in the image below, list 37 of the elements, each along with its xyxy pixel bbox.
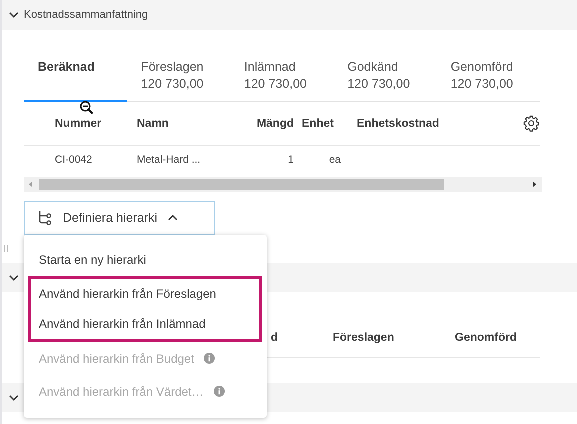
tab-value: 120 730,00: [348, 77, 412, 91]
tab-label: Inlämnad: [244, 60, 297, 74]
column-header: Mängd: [256, 118, 295, 130]
tab-label: Godkänd: [348, 60, 400, 74]
tab[interactable]: Inlämnad 120 730,00: [230, 52, 334, 102]
table-cell-text: Metal-Hard ...: [137, 154, 202, 166]
tab-value: 120 730,00: [450, 77, 514, 91]
tab-label: Föreslagen: [141, 60, 205, 74]
section-title: Kostnadssammanfattning: [24, 9, 148, 21]
tab[interactable]: Godkänd 120 730,00: [334, 52, 437, 102]
column-header: Enhet: [302, 118, 335, 130]
column-header: Genomförd: [455, 332, 518, 344]
tab-value: 120 730,00: [141, 77, 205, 91]
scrollbar[interactable]: [24, 177, 542, 192]
section-header[interactable]: Kostnadssammanfattning: [2, 0, 577, 30]
column-header: Enhetskostnad: [357, 118, 440, 130]
table-cell-text: CI-0042: [54, 154, 94, 166]
resize-handle-icon[interactable]: [4, 245, 8, 252]
tab-label: Beräknad: [38, 60, 96, 74]
menu-item[interactable]: Använd hierarkin från Inlämnad: [31, 309, 259, 339]
table-cell-text: 1: [287, 154, 295, 166]
column-header: Föreslagen: [332, 332, 396, 344]
table-cell-text: ea: [328, 154, 342, 166]
tab-value: 120 730,00: [244, 77, 308, 91]
menu-item[interactable]: Starta en ny hierarki: [24, 243, 267, 276]
column-header: Namn: [137, 118, 170, 130]
hierarchy-icon: [37, 210, 53, 226]
settings-icon[interactable]: [523, 115, 540, 132]
column-header: Nummer: [54, 118, 103, 130]
tab[interactable]: Beräknad: [24, 52, 128, 102]
define-hierarchy-button[interactable]: Definiera hierarki: [24, 201, 215, 235]
menu-item[interactable]: Använd hierarkin från Föreslagen: [31, 279, 259, 309]
zoom-out-cursor-icon: [80, 101, 94, 115]
tab[interactable]: Genomförd 120 730,00: [436, 52, 540, 102]
tab-label: Genomförd: [450, 60, 514, 74]
tab[interactable]: Föreslagen 120 730,00: [127, 52, 230, 102]
column-header: d: [270, 332, 278, 344]
